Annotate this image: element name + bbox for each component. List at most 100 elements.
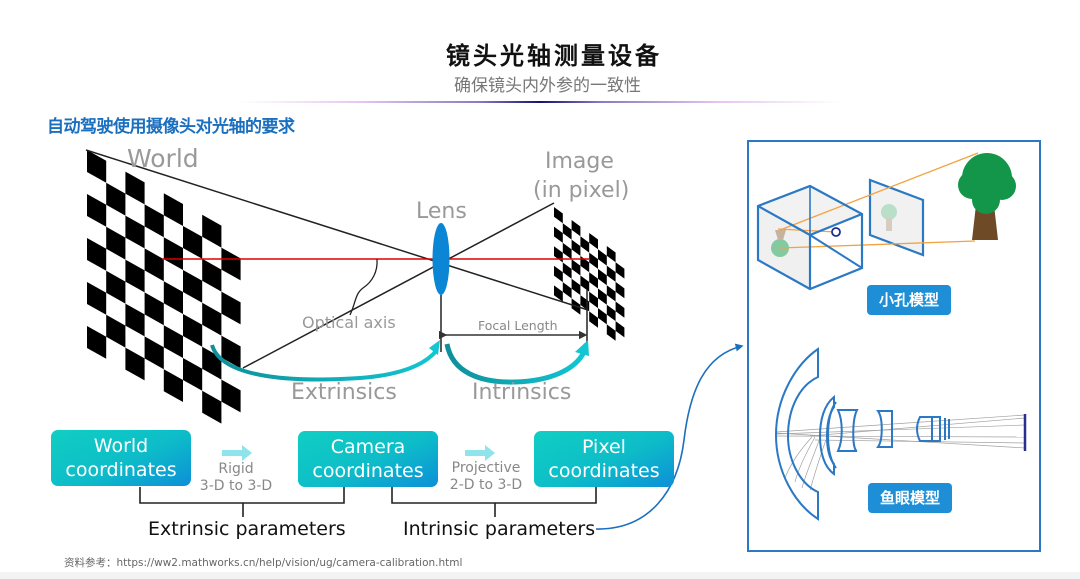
checker-square: [163, 193, 183, 226]
checker-square: [144, 248, 164, 282]
checker-square: [106, 314, 126, 348]
intrinsic-parameters-label: Intrinsic parameters: [403, 518, 596, 540]
checker-square: [580, 236, 590, 253]
optical-axis-label: Optical axis: [302, 313, 396, 332]
fisheye-model-tag: 鱼眼模型: [868, 483, 952, 513]
bottom-bar: [0, 572, 1080, 579]
checker-square: [598, 308, 607, 325]
camera-coordinates-box: Camera coordinates: [298, 431, 438, 487]
pixel-coordinates-line2: coordinates: [548, 460, 660, 482]
checker-square: [606, 285, 616, 302]
checker-square: [183, 226, 203, 259]
checker-square: [144, 204, 164, 238]
checker-square: [562, 282, 572, 299]
extrinsics-arc: [210, 344, 439, 382]
optical-axis-pointer: [349, 258, 378, 316]
checker-square: [571, 278, 581, 296]
checker-square: [598, 249, 607, 266]
extrinsics-label: Extrinsics: [291, 380, 397, 405]
checker-square: [554, 207, 563, 224]
pinhole-model-tag: 小孔模型: [867, 285, 951, 315]
checker-square: [562, 262, 572, 279]
rigid-transform-name: Rigid: [218, 461, 254, 477]
checker-square: [554, 265, 563, 283]
camera-coordinates-line1: Camera: [330, 436, 406, 458]
world-label: World: [127, 144, 199, 173]
checker-square: [580, 275, 590, 292]
checker-square: [562, 242, 572, 260]
intrinsics-arrowhead: [575, 340, 589, 356]
checker-square: [606, 324, 616, 341]
projective-transform-name: Projective: [451, 460, 521, 476]
checker-square: [163, 325, 183, 358]
image-checkerboard: [554, 207, 625, 341]
rigid-transform-label: Rigid 3-D to 3-D: [190, 461, 282, 495]
checker-square: [598, 288, 607, 305]
world-coordinates-box: World coordinates: [51, 430, 191, 486]
projective-transform-desc: 2-D to 3-D: [449, 477, 523, 493]
checker-square: [589, 311, 598, 328]
checker-square: [606, 265, 616, 282]
projective-arrow-icon: [465, 445, 495, 461]
checker-square: [221, 379, 241, 413]
checker-square: [562, 223, 572, 240]
checker-square: [163, 237, 183, 270]
checker-square: [125, 303, 145, 337]
checker-square: [87, 194, 107, 227]
image-pixel-label: (in pixel): [533, 178, 630, 203]
checker-square: [589, 291, 598, 309]
checker-square: [144, 336, 164, 370]
checker-square: [144, 292, 164, 326]
checker-square: [183, 314, 203, 347]
checker-square: [554, 246, 563, 263]
checker-square: [106, 270, 126, 304]
checker-square: [554, 226, 563, 243]
camera-coordinates-line2: coordinates: [312, 460, 424, 482]
checker-square: [571, 259, 581, 276]
checker-square: [125, 347, 145, 381]
checker-square: [106, 226, 126, 260]
focal-length-label: Focal Length: [478, 318, 558, 333]
checker-square: [571, 239, 581, 256]
checker-square: [202, 258, 222, 292]
checker-square: [606, 246, 616, 263]
checker-square: [202, 390, 222, 424]
lens-label: Lens: [416, 199, 467, 224]
image-label: Image: [545, 149, 614, 174]
checker-square: [615, 262, 625, 279]
rigid-transform-desc: 3-D to 3-D: [199, 478, 273, 494]
extrinsic-parameters-label: Extrinsic parameters: [148, 518, 346, 540]
checker-square: [615, 281, 625, 299]
reference-note: 资料参考：https://ww2.mathworks.cn/help/visio…: [64, 557, 463, 569]
checker-square: [589, 272, 598, 289]
world-checkerboard: [87, 150, 241, 424]
checker-square: [202, 214, 222, 248]
projection-ray-bottom: [242, 202, 555, 369]
world-coordinates-line1: World: [93, 435, 149, 457]
pixel-coordinates-line1: Pixel: [582, 436, 626, 458]
checker-square: [202, 302, 222, 336]
checker-square: [163, 369, 183, 402]
projective-transform-label: Projective 2-D to 3-D: [438, 460, 534, 494]
checker-square: [221, 247, 241, 281]
checker-square: [571, 220, 581, 237]
checker-square: [87, 282, 107, 315]
intrinsics-arc: [444, 343, 587, 385]
pixel-coordinates-box: Pixel coordinates: [534, 431, 674, 487]
rigid-arrow-icon: [222, 445, 252, 461]
checker-square: [163, 281, 183, 314]
world-coordinates-line2: coordinates: [65, 459, 177, 481]
checker-square: [183, 270, 203, 303]
lens-shape: [432, 223, 450, 295]
checker-square: [606, 304, 616, 322]
intrinsics-label: Intrinsics: [472, 380, 572, 405]
checker-square: [615, 301, 625, 318]
checker-square: [615, 321, 625, 338]
checker-square: [202, 346, 222, 380]
checker-square: [589, 252, 598, 269]
checker-square: [183, 358, 203, 391]
checker-square: [589, 233, 598, 250]
checker-square: [87, 326, 107, 359]
checker-square: [598, 268, 607, 286]
checker-square: [221, 291, 241, 325]
